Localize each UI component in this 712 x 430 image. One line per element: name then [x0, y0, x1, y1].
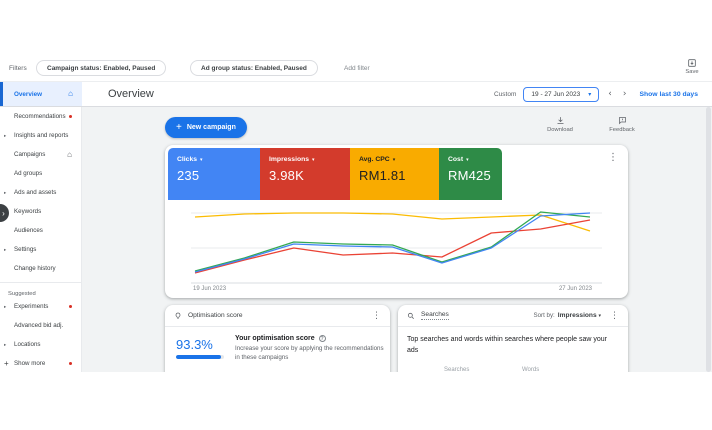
page-header: Overview ⌂ Overview Custom 19 - 27 Jun 2… — [0, 82, 712, 107]
search-icon — [407, 312, 415, 320]
searches-card: Searches Sort by: Impressions ▾ ⋮ Top se… — [398, 305, 628, 372]
chevron-right-icon[interactable]: › — [621, 89, 629, 99]
sort-control: Sort by: Impressions ▾ — [533, 312, 601, 319]
show-last-30-days-link[interactable]: Show last 30 days — [639, 91, 698, 98]
collapse-chevron-icon: › — [2, 209, 5, 218]
sidebar-item-ad-groups[interactable]: Ad groups — [0, 164, 81, 183]
sidebar-item-locations[interactable]: ▸ Locations — [0, 335, 81, 354]
sort-by-dropdown[interactable]: Impressions ▾ — [558, 312, 601, 319]
custom-range-label: Custom — [494, 91, 516, 98]
x-axis-label-start: 19 Jun 2023 — [193, 286, 226, 292]
plus-icon: + — [176, 122, 182, 133]
optimisation-score-detail: Your optimisation score ? Increase your … — [235, 335, 385, 362]
filter-chip-adgroup-status[interactable]: Ad group status: Enabled, Paused — [190, 60, 318, 76]
notification-dot-icon — [69, 115, 72, 118]
download-button[interactable]: Download — [537, 116, 583, 133]
dropdown-arrow-icon: ▾ — [588, 91, 591, 98]
sidebar-item-campaigns[interactable]: Campaigns⌂ — [0, 145, 81, 164]
plus-icon: + — [4, 359, 9, 368]
sidebar-item-advanced-bid-adj[interactable]: Advanced bid adj. — [0, 316, 81, 335]
x-axis-label-end: 27 Jun 2023 — [548, 286, 592, 292]
home-icon: ⌂ — [67, 151, 72, 159]
dropdown-arrow-icon: ▾ — [598, 313, 601, 319]
kebab-menu-icon[interactable]: ⋮ — [610, 311, 619, 320]
sidebar-item-show-more[interactable]: + Show more — [0, 354, 81, 372]
expand-chevron-icon: ▸ — [4, 133, 6, 139]
sidebar-item-ads-and-assets[interactable]: ▸ Ads and assets — [0, 183, 81, 202]
searches-description: Top searches and words within searches w… — [407, 335, 619, 356]
new-campaign-button[interactable]: + New campaign — [165, 117, 247, 138]
sidebar-section-suggested: Suggested — [0, 282, 81, 297]
chevron-left-icon[interactable]: ‹ — [606, 89, 614, 99]
kebab-menu-icon[interactable]: ⋮ — [372, 311, 381, 320]
optimisation-score-progress — [176, 355, 224, 359]
optimisation-score-card: Optimisation score ⋮ 93.3% Your optimisa… — [165, 305, 390, 372]
sidebar-nav: Recommendations ▸ Insights and reports C… — [0, 107, 82, 372]
sidebar-item-change-history[interactable]: Change history — [0, 259, 81, 278]
sidebar-item-experiments[interactable]: ▸ Experiments — [0, 297, 81, 316]
sidebar-item-audiences[interactable]: Audiences — [0, 221, 81, 240]
sidebar-item-recommendations[interactable]: Recommendations — [0, 107, 81, 126]
filter-chip-campaign-status[interactable]: Campaign status: Enabled, Paused — [36, 60, 166, 76]
vertical-scrollbar[interactable] — [706, 107, 711, 372]
toolbar-icons: Download Feedback — [537, 116, 645, 133]
date-controls: Custom 19 - 27 Jun 2023 ▾ ‹ › Show last … — [494, 82, 698, 106]
column-header-searches: Searches — [444, 367, 469, 372]
optimisation-score-value: 93.3% — [176, 337, 213, 352]
sidebar-item-overview[interactable]: Overview ⌂ — [0, 82, 82, 106]
optimisation-progress-fill — [176, 355, 221, 359]
sidebar-item-settings[interactable]: ▸ Settings — [0, 240, 81, 259]
filters-bar: Filters Campaign status: Enabled, Paused… — [0, 55, 712, 82]
save-button[interactable]: Save — [680, 58, 704, 75]
home-icon: ⌂ — [68, 90, 73, 98]
info-icon[interactable]: ? — [319, 335, 326, 342]
sidebar-item-keywords[interactable]: ▸ Keywords — [0, 202, 81, 221]
content-area: Recommendations ▸ Insights and reports C… — [0, 107, 712, 372]
expand-chevron-icon: ▸ — [4, 304, 6, 310]
expand-chevron-icon: ▸ — [4, 190, 6, 196]
save-icon — [680, 58, 704, 68]
searches-card-header: Searches Sort by: Impressions ▾ ⋮ — [398, 305, 628, 327]
column-header-words: Words — [522, 367, 539, 372]
overview-chart-card: Clicks▾ 235 Impressions▾ 3.98K Avg. CPC▾… — [165, 145, 628, 298]
filters-label: Filters — [9, 65, 27, 72]
add-filter-button[interactable]: Add filter — [344, 65, 370, 72]
performance-line-chart — [165, 145, 628, 298]
optimisation-card-header: Optimisation score ⋮ — [165, 305, 390, 327]
feedback-icon — [599, 116, 645, 125]
notification-dot-icon — [69, 305, 72, 308]
notification-dot-icon — [69, 362, 72, 365]
feedback-button[interactable]: Feedback — [599, 116, 645, 133]
main-panel: + New campaign Download Feedback — [82, 107, 712, 372]
page-title: Overview — [108, 88, 154, 100]
lightbulb-icon — [174, 312, 182, 320]
download-icon — [537, 116, 583, 125]
date-range-picker[interactable]: 19 - 27 Jun 2023 ▾ — [523, 87, 599, 102]
expand-chevron-icon: ▸ — [4, 247, 6, 253]
sidebar-item-insights-and-reports[interactable]: ▸ Insights and reports — [0, 126, 81, 145]
expand-chevron-icon: ▸ — [4, 342, 6, 348]
